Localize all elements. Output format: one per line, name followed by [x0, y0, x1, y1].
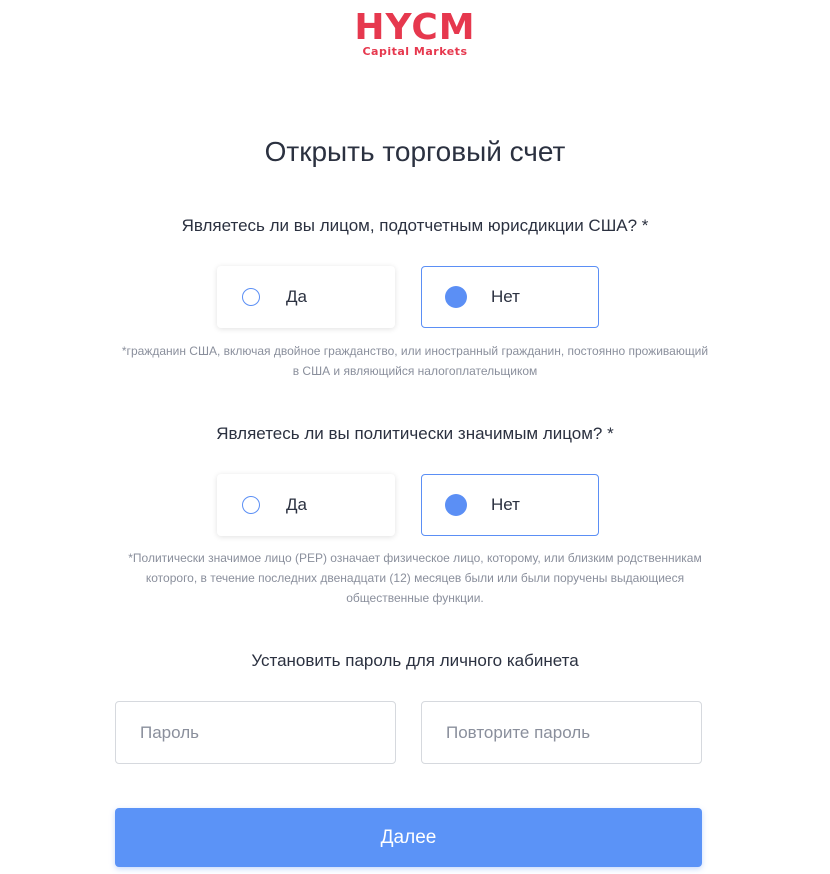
note-line: которого, в течение последних двенадцати…: [145, 571, 685, 585]
note-line: *гражданин США, включая двойное гражданс…: [121, 344, 709, 358]
note-line: общественные функции.: [346, 591, 484, 605]
logo-tagline: Capital Markets: [362, 45, 468, 58]
page-title: Открыть торговый счет: [264, 136, 566, 167]
option-label: Нет: [491, 287, 520, 306]
option-label: Да: [286, 495, 307, 514]
note-line: в США и являющийся налогоплательщиком: [292, 364, 538, 378]
option-label: Нет: [491, 495, 520, 514]
brand-logo: HYCM Capital Markets: [0, 7, 830, 59]
us-person-option-yes[interactable]: Да: [217, 266, 395, 328]
pep-question: Являетесь ли вы политически значимым лиц…: [216, 424, 614, 443]
note-line: *Политически значимое лицо (PEP) означае…: [128, 551, 702, 565]
option-label: Да: [286, 287, 307, 306]
us-person-option-no[interactable]: Нет: [421, 266, 599, 328]
radio-checked-icon[interactable]: [445, 286, 467, 308]
us-person-note: *гражданин США, включая двойное гражданс…: [100, 341, 730, 381]
pep-option-no[interactable]: Нет: [421, 474, 599, 536]
radio-unchecked-icon[interactable]: [242, 496, 260, 514]
radio-checked-icon[interactable]: [445, 494, 467, 516]
password-input[interactable]: [115, 701, 396, 764]
radio-unchecked-icon[interactable]: [242, 288, 260, 306]
us-person-question: Являетесь ли вы лицом, подотчетным юрисд…: [181, 216, 649, 235]
password-section-label: Установить пароль для личного кабинета: [251, 651, 579, 670]
logo-wordmark: HYCM: [354, 7, 476, 48]
pep-note: *Политически значимое лицо (PEP) означае…: [100, 548, 730, 608]
repeat-password-input[interactable]: [421, 701, 702, 764]
pep-option-yes[interactable]: Да: [217, 474, 395, 536]
next-button[interactable]: Далее: [115, 808, 702, 867]
